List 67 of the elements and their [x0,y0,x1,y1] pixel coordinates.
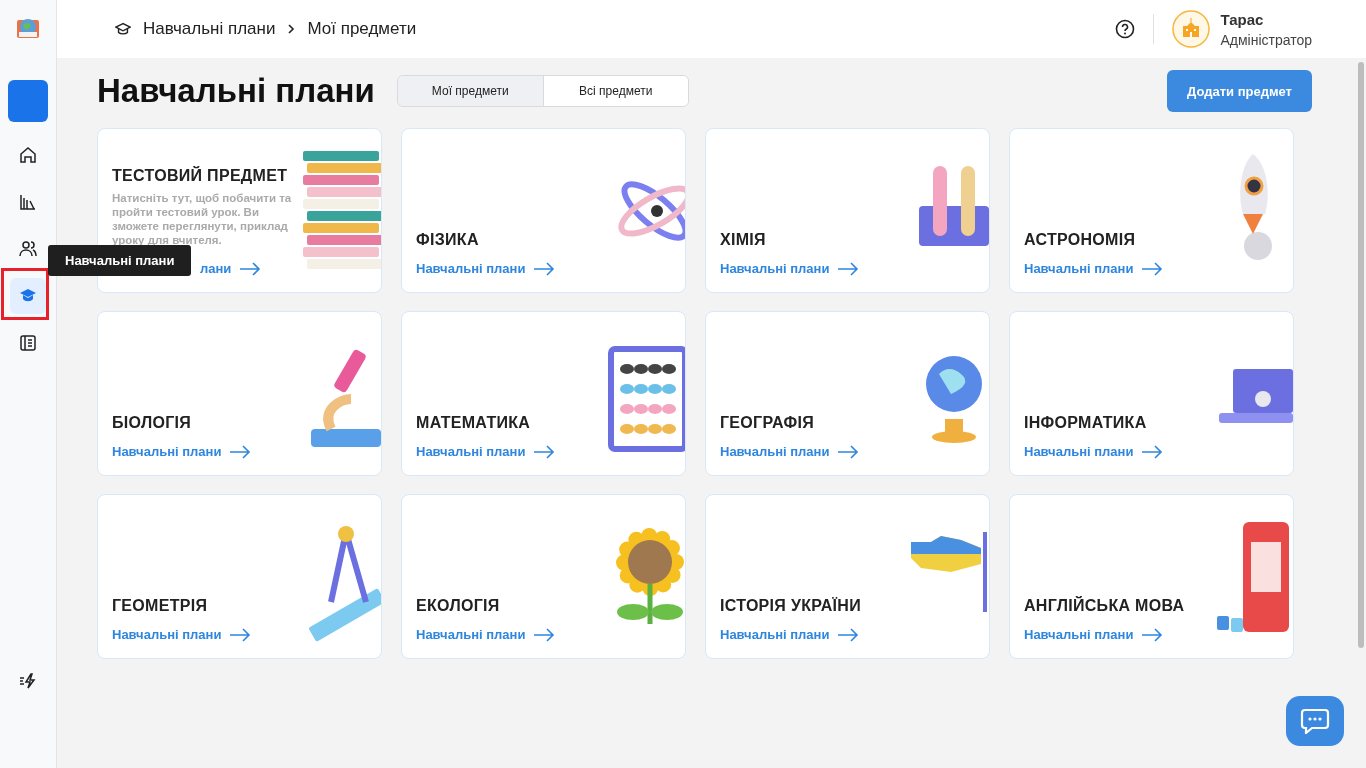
subject-title: ЕКОЛОГІЯ [416,597,501,615]
page-title: Навчальні плани [97,72,375,110]
subject-card[interactable]: ІСТОРІЯ УКРАЇНИ Навчальні плани [705,494,990,659]
subject-title: ГЕОГРАФІЯ [720,414,815,432]
subject-card[interactable]: АСТРОНОМІЯ Навчальні плани [1009,128,1294,293]
chevron-right-icon [287,24,296,34]
subject-card[interactable]: ЕКОЛОГІЯ Навчальні плани [401,494,686,659]
help-icon[interactable] [1115,19,1136,39]
subject-card[interactable]: ФІЗИКА Навчальні плани [401,128,686,293]
subject-title: БІОЛОГІЯ [112,414,193,432]
user-role: Адміністратор [1220,31,1312,48]
users-icon [19,240,37,258]
curriculum-link[interactable]: Навчальні плани [416,627,526,642]
subject-card[interactable]: МАТЕМАТИКА Навчальні плани [401,311,686,476]
subject-title: АНГЛІЙСЬКА МОВА [1024,597,1186,615]
subject-title: ІНФОРМАТИКА [1024,414,1148,432]
tab[interactable]: Мої предмети [397,76,543,106]
subject-title: ГЕОМЕТРІЯ [112,597,209,615]
subject-title: ІСТОРІЯ УКРАЇНИ [720,597,862,615]
arrow-right-icon [229,627,252,642]
subject-card[interactable]: ХІМІЯ Навчальні плани [705,128,990,293]
curriculum-link[interactable]: Навчальні плани [720,261,830,276]
curriculum-link[interactable]: Навчальні плани [720,444,830,459]
breadcrumb-link[interactable]: Мої предмети [307,19,417,39]
arrow-right-icon [837,627,860,642]
chat-button[interactable] [1286,696,1344,746]
curriculum-link[interactable]: Навчальні плани [112,444,222,459]
breadcrumb-link[interactable]: Навчальні плани [143,19,276,39]
arrow-right-icon [837,444,860,459]
highlight-frame [1,268,49,320]
arrow-right-icon [533,627,556,642]
tooltip: Навчальні плани [48,245,192,276]
arrow-right-icon [239,261,262,276]
subject-title: ХІМІЯ [720,231,767,249]
arrow-right-icon [533,444,556,459]
arrow-right-icon [1141,627,1164,642]
curriculum-link[interactable]: Навчальні плани [1024,444,1134,459]
arrow-right-icon [533,261,556,276]
curriculum-link[interactable]: Навчальні плани [720,627,830,642]
subject-title: АСТРОНОМІЯ [1024,231,1137,249]
subject-card[interactable]: ГЕОГРАФІЯ Навчальні плани [705,311,990,476]
subject-title: ТЕСТОВИЙ ПРЕДМЕТ [112,167,289,185]
subject-card[interactable]: АНГЛІЙСЬКА МОВА Навчальні плани [1009,494,1294,659]
books-icon [19,193,37,211]
arrow-right-icon [1141,261,1164,276]
subject-card[interactable]: ГЕОМЕТРІЯ Навчальні плани [97,494,382,659]
lightning-icon[interactable] [19,672,37,690]
arrow-right-icon [837,261,860,276]
curriculum-link[interactable]: Навчальні плани [112,627,222,642]
curriculum-link[interactable]: Навчальні плани [1024,627,1134,642]
notebook-icon [19,334,37,352]
subject-title: МАТЕМАТИКА [416,414,532,432]
curriculum-link[interactable]: лани [200,261,232,276]
tab[interactable]: Всі предмети [542,76,688,106]
add-subject-button[interactable]: Додати предмет [1167,70,1312,112]
user-name: Тарас [1220,10,1265,28]
curriculum-link[interactable]: Навчальні плани [1024,261,1134,276]
chat-icon [1300,708,1330,734]
curriculum-link[interactable]: Навчальні плани [416,261,526,276]
subject-card[interactable]: ІНФОРМАТИКА Навчальні плани [1009,311,1294,476]
graduation-cap-icon [115,21,131,37]
subject-title: ФІЗИКА [416,231,480,249]
arrow-right-icon [229,444,252,459]
home-icon [19,146,37,164]
arrow-right-icon [1141,444,1164,459]
curriculum-link[interactable]: Навчальні плани [416,444,526,459]
subject-card[interactable]: БІОЛОГІЯ Навчальні плани [97,311,382,476]
